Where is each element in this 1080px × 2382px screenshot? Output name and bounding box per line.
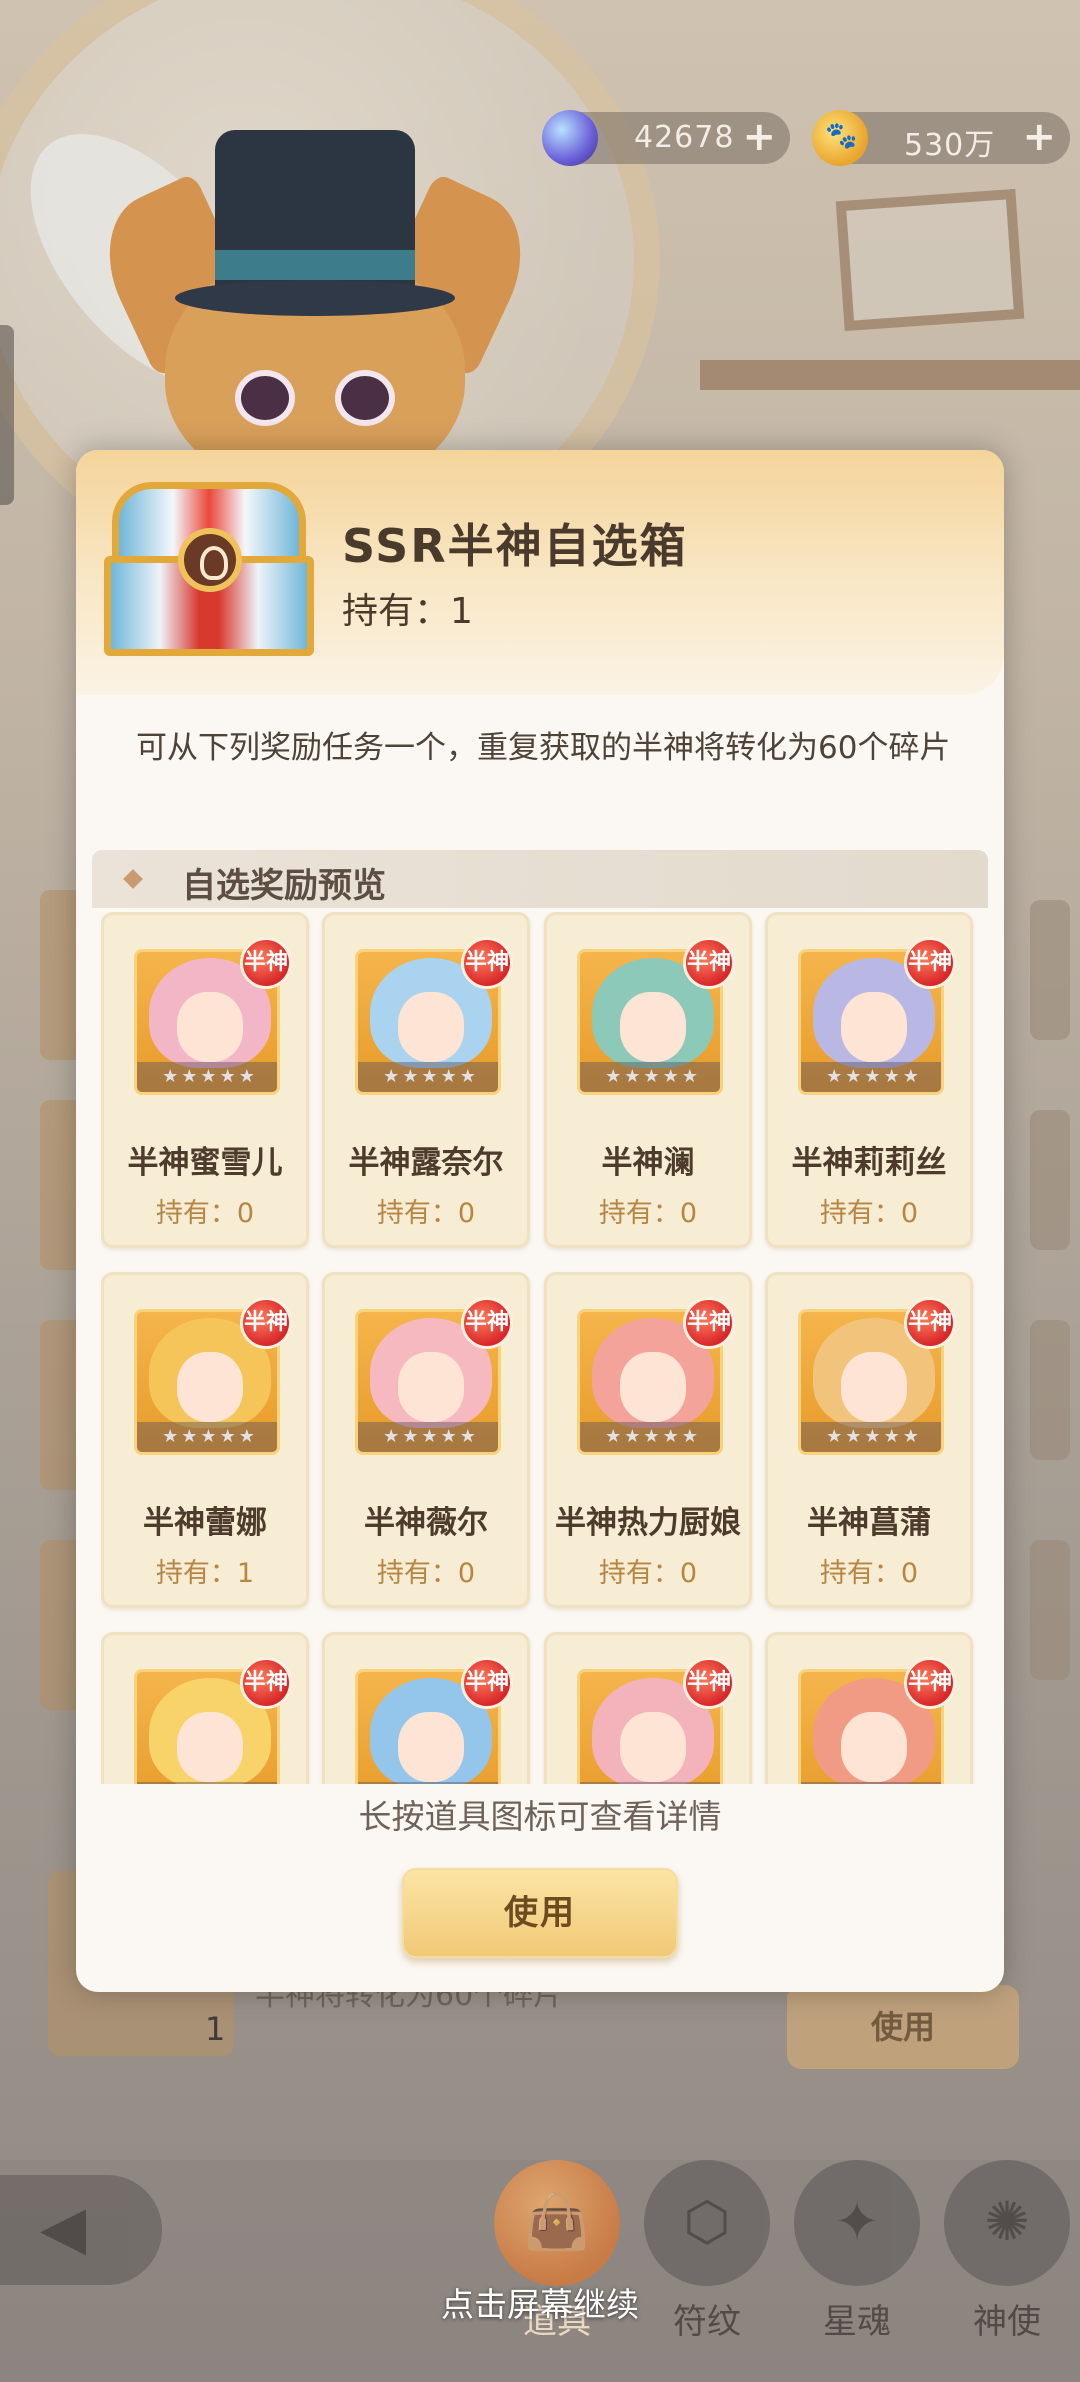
demigod-badge-icon: 半神: [683, 937, 735, 989]
star-rating: ★★★★★: [580, 1062, 720, 1092]
background-shelf: [700, 360, 1080, 390]
background-list-card: [1030, 1320, 1070, 1460]
reward-card[interactable]: ★★★★★ 半神半神薇尔持有：0: [322, 1272, 530, 1608]
star-rating: ★★★★★: [137, 1782, 277, 1784]
dialog-title: SSR半神自选箱: [342, 519, 688, 573]
star-rating: ★★★★★: [358, 1782, 498, 1784]
background-picture-frame: [835, 188, 1025, 332]
reward-name: 半神蜜雪儿: [127, 1145, 283, 1181]
use-button[interactable]: 使用: [402, 1868, 678, 1958]
reward-hold-count: 持有：0: [819, 1558, 919, 1589]
coin-currency: 530万 +: [812, 110, 1070, 166]
emissary-icon: ✺: [984, 2190, 1030, 2253]
reward-name: 半神莉莉丝: [791, 1145, 947, 1181]
star-rating: ★★★★★: [801, 1782, 941, 1784]
dialog-hold-count: 持有：1: [342, 591, 473, 632]
nav-tab-star-souls[interactable]: ✦ 星魂: [792, 2160, 922, 2360]
background-use-button[interactable]: 使用: [787, 1985, 1019, 2069]
reward-name: 半神澜: [601, 1145, 695, 1181]
reward-card[interactable]: ★★★★★ 半神半神蜜雪儿持有：0: [101, 912, 309, 1248]
demigod-badge-icon: 半神: [904, 937, 956, 989]
demigod-badge-icon: 半神: [461, 937, 513, 989]
reward-card[interactable]: ★★★★★ 半神半神蕾娜持有：1: [101, 1272, 309, 1608]
star-rating: ★★★★★: [358, 1062, 498, 1092]
background-item-count: 1: [205, 2010, 226, 2048]
reward-name: 半神菖蒲: [807, 1505, 931, 1541]
add-gem-button[interactable]: +: [742, 114, 776, 160]
reward-hold-count: 持有：0: [819, 1198, 919, 1229]
reward-card[interactable]: ★★★★★ 半神半神菖蒲持有：0: [765, 1272, 973, 1608]
treasure-chest-icon: [104, 482, 314, 658]
long-press-hint: 长按道具图标可查看详情: [358, 1797, 722, 1836]
demigod-badge-icon: 半神: [240, 1657, 292, 1709]
reward-card[interactable]: ★★★★★ 半神半神莉莉丝持有：0: [765, 912, 973, 1248]
reward-hold-count: 持有：0: [376, 1558, 476, 1589]
demigod-badge-icon: 半神: [683, 1297, 735, 1349]
reward-hold-count: 持有：0: [598, 1558, 698, 1589]
mascot-fox-image: [0, 93, 546, 490]
gem-amount: 42678: [634, 120, 735, 155]
back-arrow-icon: ◀: [40, 2193, 87, 2263]
demigod-badge-icon: 半神: [240, 1297, 292, 1349]
bag-icon: 👜: [523, 2190, 591, 2253]
nav-tab-items[interactable]: 👜 道具: [492, 2160, 622, 2360]
reward-hold-count: 持有：0: [155, 1198, 255, 1229]
reward-name: 半神薇尔: [364, 1505, 488, 1541]
reward-preview-title: 自选奖励预览: [182, 866, 386, 906]
star-rating: ★★★★★: [137, 1422, 277, 1452]
reward-name: 半神蕾娜: [143, 1505, 267, 1541]
reward-hold-count: 持有：1: [155, 1558, 255, 1589]
reward-name: 半神露奈尔: [348, 1145, 504, 1181]
star-rating: ★★★★★: [358, 1422, 498, 1452]
reward-hold-count: 持有：0: [376, 1198, 476, 1229]
demigod-badge-icon: 半神: [240, 937, 292, 989]
diamond-icon: [123, 869, 143, 889]
background-list-card: [1030, 900, 1070, 1040]
side-drawer-tab[interactable]: [0, 325, 14, 505]
reward-card[interactable]: ★★★★★ 半神半神露奈尔持有：0: [322, 912, 530, 1248]
background-list-card: [1030, 1110, 1070, 1250]
rune-icon: ⬡: [683, 2190, 731, 2253]
star-rating: ★★★★★: [580, 1782, 720, 1784]
demigod-badge-icon: 半神: [461, 1657, 513, 1709]
demigod-badge-icon: 半神: [461, 1297, 513, 1349]
dialog-header: SSR半神自选箱 持有：1: [76, 450, 1004, 695]
gem-currency: 42678 +: [542, 110, 790, 166]
gem-icon: [542, 110, 598, 166]
reward-card[interactable]: ★★★★★ 半神: [101, 1632, 309, 1784]
demigod-badge-icon: 半神: [904, 1297, 956, 1349]
demigod-badge-icon: 半神: [904, 1657, 956, 1709]
reward-card[interactable]: ★★★★★ 半神: [322, 1632, 530, 1784]
demigod-badge-icon: 半神: [683, 1657, 735, 1709]
star-card-icon: ✦: [834, 2190, 880, 2253]
chest-select-dialog: SSR半神自选箱 持有：1 可从下列奖励任务一个，重复获取的半神将转化为60个碎…: [76, 450, 1004, 1992]
star-rating: ★★★★★: [580, 1422, 720, 1452]
reward-hold-count: 持有：0: [598, 1198, 698, 1229]
coin-amount: 530万: [904, 128, 996, 163]
star-rating: ★★★★★: [137, 1062, 277, 1092]
reward-card[interactable]: ★★★★★ 半神半神热力厨娘持有：0: [544, 1272, 752, 1608]
reward-card[interactable]: ★★★★★ 半神: [765, 1632, 973, 1784]
paw-coin-icon: [812, 110, 868, 166]
add-coin-button[interactable]: +: [1022, 114, 1056, 160]
reward-name: 半神热力厨娘: [555, 1505, 741, 1541]
star-rating: ★★★★★: [801, 1422, 941, 1452]
reward-grid[interactable]: ★★★★★ 半神 半神蜜雪儿 持有：0 ★★★★★ 半神 半神露奈尔 持有：0 ★★★★★ 半神半…: [101, 912, 981, 1784]
back-button[interactable]: ◀: [0, 2175, 162, 2285]
reward-preview-header: 自选奖励预览: [92, 850, 988, 908]
nav-tab-runes[interactable]: ⬡ 符纹: [642, 2160, 772, 2360]
reward-card[interactable]: ★★★★★ 半神半神澜持有：0: [544, 912, 752, 1248]
reward-card[interactable]: ★★★★★ 半神: [544, 1632, 752, 1784]
star-rating: ★★★★★: [801, 1062, 941, 1092]
tap-to-continue-hint[interactable]: 点击屏幕继续: [0, 2278, 1080, 2326]
nav-tab-emissary[interactable]: ✺ 神使: [942, 2160, 1072, 2360]
background-list-card: [1030, 1540, 1070, 1680]
dialog-description: 可从下列奖励任务一个，重复获取的半神将转化为60个碎片: [136, 730, 951, 766]
